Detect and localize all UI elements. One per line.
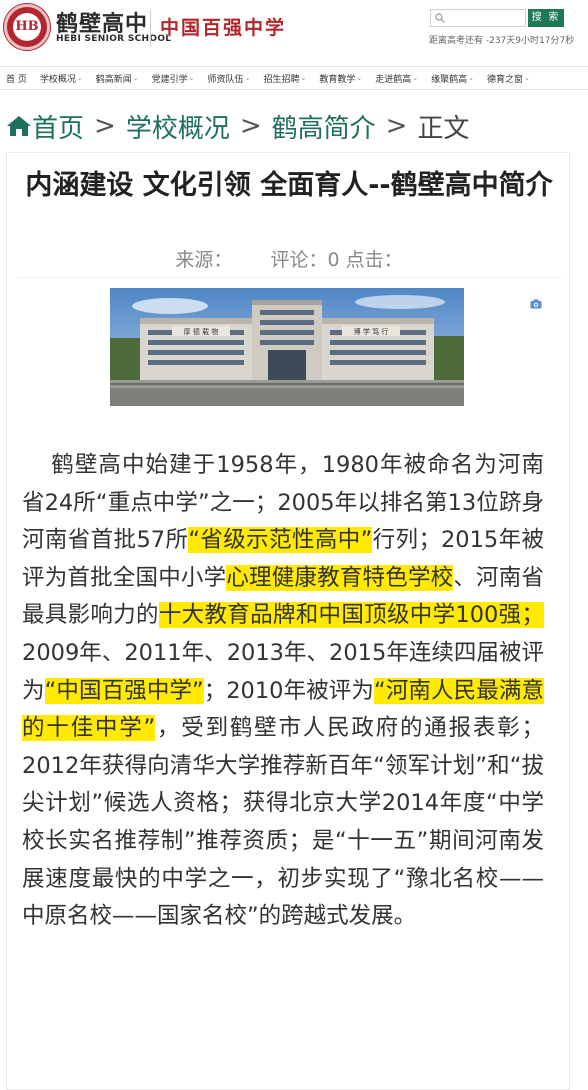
search-button[interactable]: 搜 索 (528, 9, 564, 27)
nav-item-home[interactable]: 首 页 (6, 72, 27, 85)
search-icon (435, 13, 445, 23)
chevron-down-icon: ⌄ (356, 74, 363, 82)
nav-item-visit[interactable]: 走进鹤高 ⌄ (375, 72, 418, 85)
article-meta: 来源： 评论：0 点击： (17, 245, 561, 272)
school-name-en: HEBI SENIOR SCHOOL (56, 34, 172, 44)
article-title: 内涵建设 文化引领 全面育人--鹤壁高中简介 (25, 170, 553, 201)
photo-caption-left: 厚 德 载 物 (184, 327, 219, 336)
comment-label: 评论： (270, 249, 328, 271)
highlight-text: 十大教育品牌和中国顶级中学100强； (158, 602, 544, 629)
article: 内涵建设 文化引领 全面育人--鹤壁高中简介 来源： 评论：0 点击： 厚 德 … (6, 152, 570, 1090)
nav-item-moral[interactable]: 德育之窗 ⌄ (487, 72, 530, 85)
school-seal-icon[interactable]: HB (4, 4, 50, 50)
search-input[interactable] (449, 11, 523, 25)
nav-item-label: 教育教学 (319, 74, 356, 85)
chevron-down-icon: ⌄ (244, 74, 251, 82)
chevron-down-icon: ⌄ (412, 74, 419, 82)
nav-item-label: 鹤高新闻 (95, 74, 132, 85)
meta-divider (17, 277, 561, 278)
click-label: 点击： (345, 249, 403, 271)
nav-item-faculty[interactable]: 师资队伍 ⌄ (208, 72, 251, 85)
main-nav: 首 页 学校概况 ⌄ 鹤高新闻 ⌄ 党建引学 ⌄ 师资队伍 ⌄ 招生招聘 ⌄ 教育教学 ⌄ … (0, 66, 588, 90)
body-paragraph: 鹤壁高中始建于1958年，1980年被命名为河南省24所“重点中学”之一；200… (22, 447, 544, 936)
logo-text: HB (13, 13, 41, 41)
breadcrumb-intro[interactable]: 鹤高简介 (272, 108, 376, 145)
nav-item-admissions[interactable]: 招生招聘 ⌄ (263, 72, 306, 85)
chevron-down-icon: ⌄ (468, 74, 474, 82)
nav-item-label: 党建引学 (151, 74, 188, 85)
article-body: 鹤壁高中始建于1958年，1980年被命名为河南省24所“重点中学”之一；200… (22, 447, 544, 936)
chevron-down-icon: ⌄ (524, 74, 530, 82)
exam-countdown: 距离高考还有 -237天9小时17分7秒 (429, 36, 575, 46)
body-text: ，受到鹤壁市人民政府的通报表彰；2012年获得向清华大学推荐新百年“领军计划”和… (22, 715, 544, 930)
breadcrumb-separator: > (385, 111, 408, 141)
highlight-text: “省级示范性高中” (188, 527, 373, 554)
highlight-text: “中国百强中学” (44, 677, 204, 704)
nav-item-label: 走进鹤高 (375, 74, 412, 85)
nav-item-label: 招生招聘 (263, 74, 300, 85)
camera-icon[interactable] (530, 299, 542, 309)
chevron-down-icon: ⌄ (188, 74, 195, 82)
search-box[interactable] (430, 9, 526, 27)
breadcrumb-separator: > (239, 111, 262, 141)
nav-item-news[interactable]: 鹤高新闻 ⌄ (96, 72, 139, 85)
source-label: 来源： (175, 249, 233, 271)
breadcrumb-home[interactable]: 首页 (32, 108, 84, 145)
nav-item-label: 缘聚鹤高 (431, 74, 468, 85)
highlight-text: 心理健康教育特色学校 (226, 564, 454, 591)
breadcrumb-separator: > (94, 111, 116, 141)
school-building-photo: 厚 德 载 物 博 学 笃 行 (110, 288, 464, 406)
photo-caption-right: 博 学 笃 行 (354, 327, 389, 336)
nav-item-label: 学校概况 (39, 74, 76, 85)
nav-item-about[interactable]: 学校概况 ⌄ (40, 72, 83, 85)
nav-item-label: 首 页 (6, 74, 27, 85)
breadcrumb: 首页 > 学校概况 > 鹤高简介 > 正文 (6, 106, 469, 146)
home-icon[interactable] (6, 114, 32, 138)
chevron-down-icon: ⌄ (76, 74, 83, 82)
body-text: ；2010年被评为 (203, 677, 375, 704)
comment-count[interactable]: 0 (327, 249, 339, 271)
chevron-down-icon: ⌄ (132, 74, 139, 82)
nav-item-label: 德育之窗 (487, 74, 524, 85)
logo-divider (150, 10, 151, 46)
breadcrumb-about[interactable]: 学校概况 (126, 108, 230, 145)
nav-item-alumni[interactable]: 缘聚鹤高 ⌄ (431, 72, 474, 85)
nav-item-teaching[interactable]: 教育教学 ⌄ (319, 72, 362, 85)
nav-item-party[interactable]: 党建引学 ⌄ (152, 72, 195, 85)
breadcrumb-current: 正文 (417, 113, 470, 144)
slogan: 中国百强中学 (160, 17, 287, 39)
site-header: HB 鹤壁高中 HEBI SENIOR SCHOOL 中国百强中学 搜 索 距离… (0, 0, 588, 58)
nav-item-label: 师资队伍 (207, 74, 244, 85)
chevron-down-icon: ⌄ (300, 74, 307, 82)
